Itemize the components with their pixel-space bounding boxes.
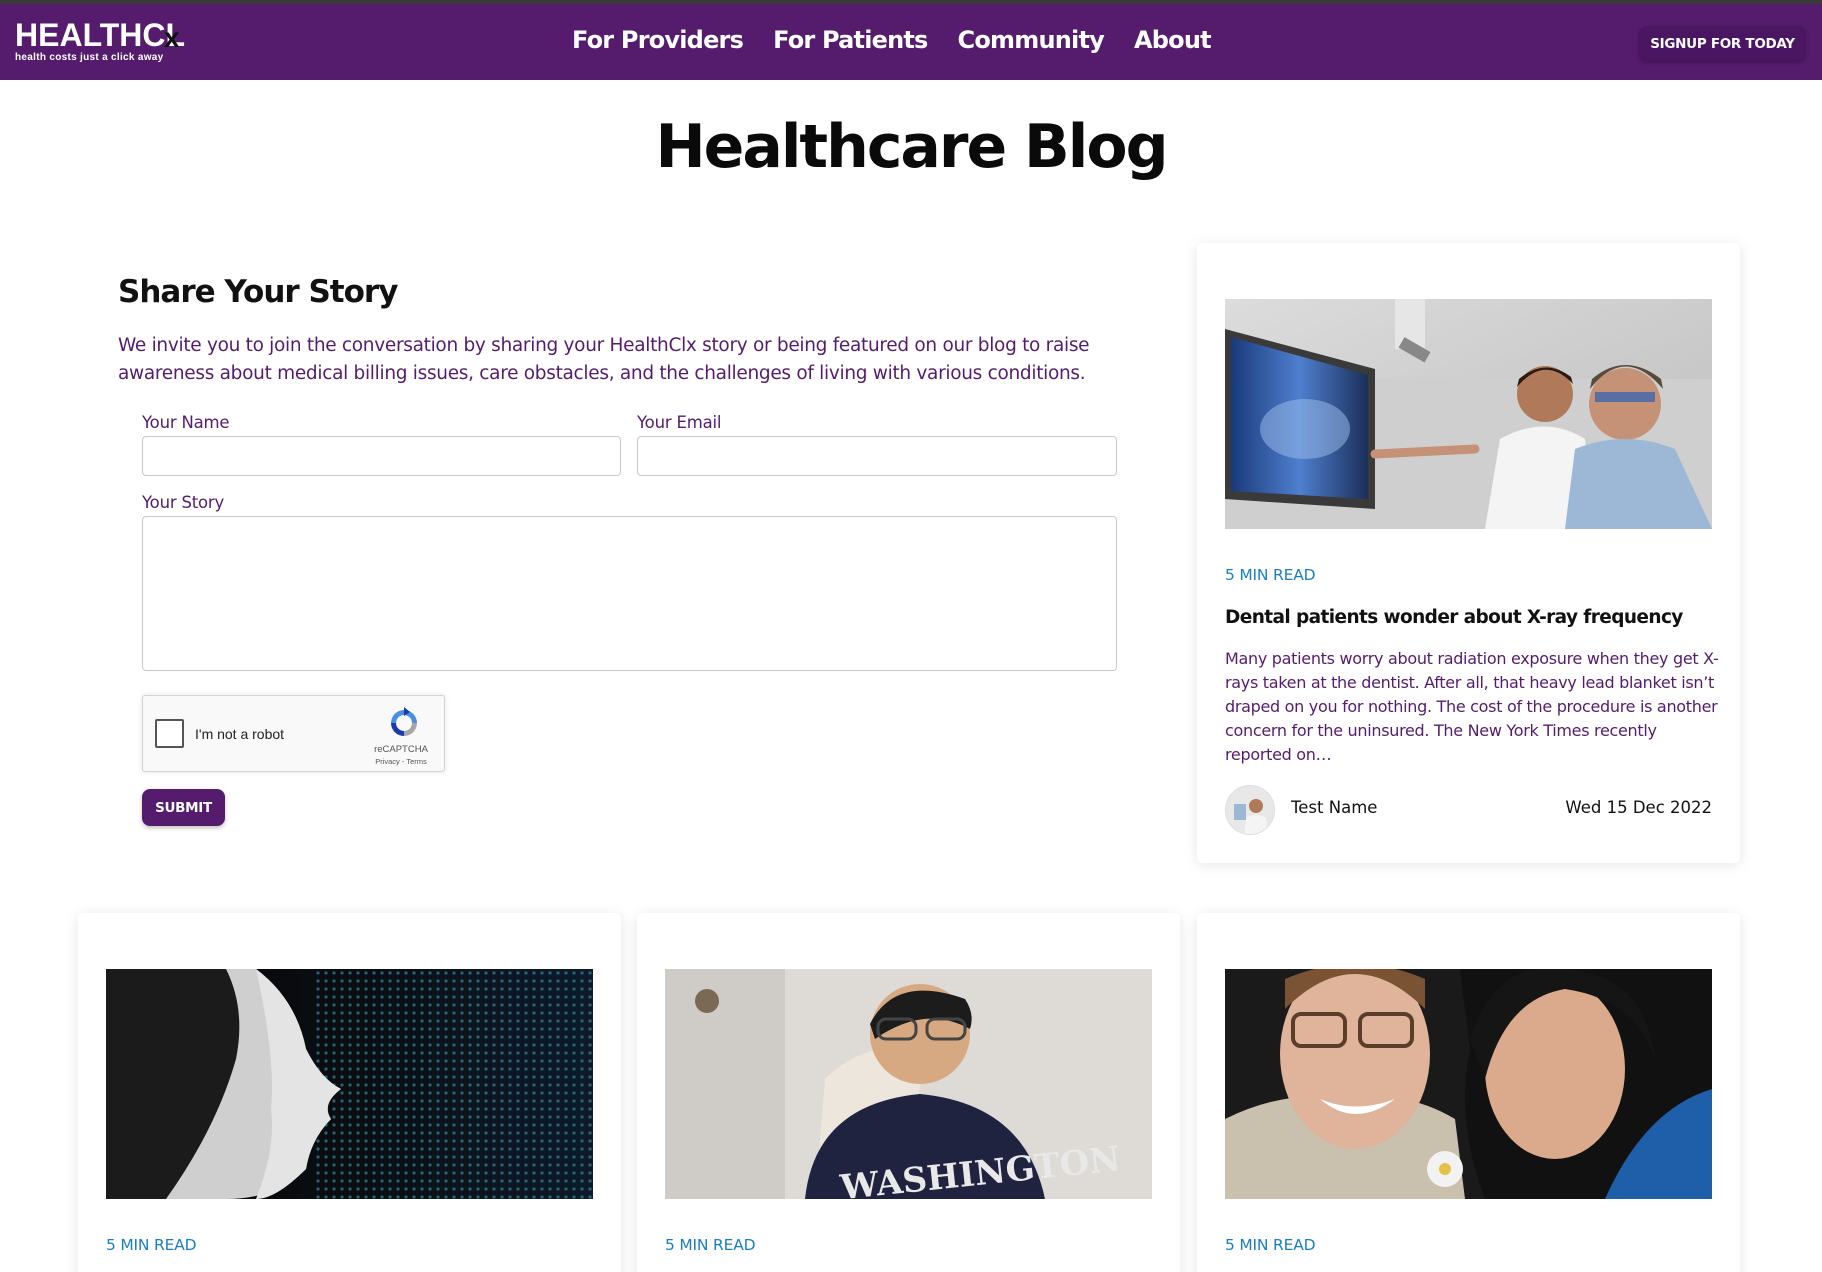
page-title: Healthcare Blog <box>655 112 1168 182</box>
blog-card[interactable]: WASHINGTON 5 MIN READ <box>637 913 1180 1272</box>
site-header: HEALTHCL health costs just a click away … <box>0 4 1822 80</box>
story-textarea[interactable] <box>142 516 1117 671</box>
read-time: 5 MIN READ <box>1225 566 1316 584</box>
woman-profile-image[interactable] <box>106 969 593 1199</box>
post-excerpt: Many patients worry about radiation expo… <box>1225 649 1719 764</box>
blog-card[interactable]: 5 MIN READ <box>78 913 621 1272</box>
recaptcha-brand: reCAPTCHA <box>374 744 428 755</box>
couple-photo-image[interactable] <box>1225 969 1712 1199</box>
logo-wordmark: HEALTHCL <box>15 17 186 53</box>
logo-tagline: health costs just a click away <box>15 52 164 63</box>
name-input[interactable] <box>142 436 621 476</box>
read-time: 5 MIN READ <box>1225 1236 1316 1254</box>
recaptcha-icon <box>391 707 417 736</box>
email-input[interactable] <box>637 436 1117 476</box>
author-avatar <box>1225 785 1275 835</box>
dental-xray-image[interactable] <box>1225 299 1712 529</box>
email-label: Your Email <box>637 413 722 432</box>
nav-community[interactable]: Community <box>958 26 1105 54</box>
post-title[interactable]: Dental patients wonder about X-ray frequ… <box>1225 607 1712 628</box>
post-date: Wed 15 Dec 2022 <box>1565 798 1712 817</box>
nav-for-patients[interactable]: For Patients <box>773 26 928 54</box>
main-nav: For Providers For Patients Community Abo… <box>572 26 1212 54</box>
featured-blog-card[interactable]: 5 MIN READ Dental patients wonder about … <box>1197 243 1740 863</box>
submit-button[interactable]: SUBMIT <box>142 789 225 826</box>
recaptcha-checkbox[interactable] <box>155 719 184 748</box>
nav-for-providers[interactable]: For Providers <box>572 26 744 54</box>
signup-button[interactable]: SIGNUP FOR TODAY <box>1639 26 1806 61</box>
recaptcha-privacy-terms[interactable]: Privacy - Terms <box>365 757 437 766</box>
name-label: Your Name <box>142 413 230 432</box>
recaptcha-widget: I'm not a robot reCAPTCHA Privacy - Term… <box>142 695 445 772</box>
site-logo[interactable]: HEALTHCL health costs just a click away <box>15 18 185 63</box>
logo-x-mark: x <box>164 22 180 53</box>
story-label: Your Story <box>142 493 225 512</box>
read-time: 5 MIN READ <box>106 1236 197 1254</box>
story-section-title: Share Your Story <box>118 274 398 310</box>
read-time: 5 MIN READ <box>665 1236 756 1254</box>
nav-about[interactable]: About <box>1134 26 1212 54</box>
student-hoodie-image[interactable]: WASHINGTON <box>665 969 1152 1199</box>
blog-card[interactable]: 5 MIN READ <box>1197 913 1740 1272</box>
recaptcha-label: I'm not a robot <box>195 726 285 742</box>
story-section-description: We invite you to join the conversation b… <box>118 335 1090 384</box>
author-name: Test Name <box>1291 798 1378 817</box>
